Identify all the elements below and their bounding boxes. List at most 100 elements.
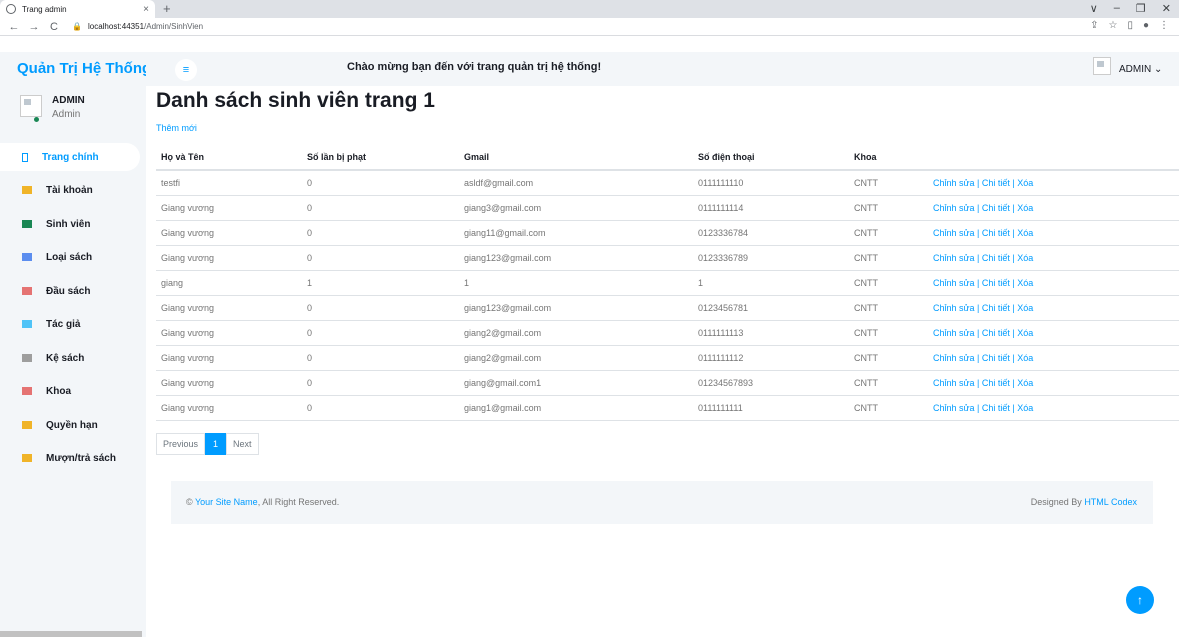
table-cell: 0111111110: [693, 170, 849, 196]
sidebar-item[interactable]: Tài khoản: [0, 176, 140, 204]
table-cell: 0111111113: [693, 320, 849, 346]
table-icon: [22, 454, 32, 462]
lock-icon: 🔒: [72, 22, 82, 31]
share-icon[interactable]: ⇪: [1090, 20, 1098, 31]
pagination-next[interactable]: Next: [226, 433, 259, 455]
table-cell: testfi: [156, 170, 302, 196]
table-cell: CNTT: [849, 295, 928, 321]
user-name: ADMIN: [52, 95, 85, 106]
table-cell: 0: [302, 220, 459, 246]
sidebar-item[interactable]: Tác giả: [0, 310, 140, 338]
row-actions[interactable]: Chỉnh sửa | Chi tiết | Xóa: [928, 170, 1179, 196]
sidebar-item-label: Quyền hạn: [46, 419, 98, 431]
table-row: Giang vương 0 giang123@gmail.com 0123336789…: [156, 245, 1179, 271]
back-to-top-button[interactable]: ↑: [1126, 586, 1154, 614]
browser-toolbar: ⇪ ☆ ▯ ● ⋮: [1090, 20, 1169, 31]
table-cell: giang2@gmail.com: [459, 345, 693, 371]
admin-dropdown-label: ADMIN ⌄: [1119, 64, 1163, 75]
table-cell: 0: [302, 320, 459, 346]
close-window-icon[interactable]: ✕: [1162, 2, 1171, 15]
url-field[interactable]: 🔒 localhost:44351/Admin/SinhVien: [72, 22, 203, 31]
table-row: Giang vương 0 giang1@gmail.com 0111111111 CN…: [156, 395, 1179, 421]
table-cell: 0: [302, 195, 459, 221]
table-row: Giang vương 0 giang2@gmail.com 0111111112 CN…: [156, 345, 1179, 371]
row-actions[interactable]: Chỉnh sửa | Chi tiết | Xóa: [928, 395, 1179, 421]
grid-icon: [22, 186, 32, 194]
tab-search-icon[interactable]: ∨: [1090, 2, 1098, 15]
row-actions[interactable]: Chỉnh sửa | Chi tiết | Xóa: [928, 370, 1179, 396]
row-actions[interactable]: Chỉnh sửa | Chi tiết | Xóa: [928, 245, 1179, 271]
sidebar-item[interactable]: Đầu sách: [0, 277, 140, 305]
back-icon[interactable]: ←: [8, 21, 20, 33]
sidebar-item[interactable]: Quyền hạn: [0, 411, 140, 439]
admin-dropdown[interactable]: ADMIN ⌄: [1093, 56, 1162, 75]
pagination: Previous 1 Next: [156, 433, 259, 455]
table-row: giang 1 1 1 CNTT Chỉnh sửa | Chi tiết | Xóa: [156, 270, 1179, 296]
pagination-previous[interactable]: Previous: [156, 433, 206, 455]
row-actions[interactable]: Chỉnh sửa | Chi tiết | Xóa: [928, 195, 1179, 221]
url-path: /Admin/SinhVien: [144, 22, 204, 31]
row-actions[interactable]: Chỉnh sửa | Chi tiết | Xóa: [928, 320, 1179, 346]
sidebar-item[interactable]: Trang chính: [0, 143, 140, 171]
sidebar-item[interactable]: Khoa: [0, 377, 140, 405]
row-actions[interactable]: Chỉnh sửa | Chi tiết | Xóa: [928, 345, 1179, 371]
browser-tab-title: Trang admin: [22, 4, 67, 14]
sidebar-item-label: Tác giả: [46, 318, 81, 330]
browser-tab[interactable]: Trang admin ×: [0, 0, 155, 18]
row-actions[interactable]: Chỉnh sửa | Chi tiết | Xóa: [928, 295, 1179, 321]
table-cell: 1: [693, 270, 849, 296]
table-cell: CNTT: [849, 395, 928, 421]
maximize-icon[interactable]: ❐: [1136, 2, 1146, 15]
row-actions[interactable]: Chỉnh sửa | Chi tiết | Xóa: [928, 220, 1179, 246]
profile-icon[interactable]: ●: [1143, 20, 1149, 31]
row-actions[interactable]: Chỉnh sửa | Chi tiết | Xóa: [928, 270, 1179, 296]
column-header: [928, 144, 1179, 171]
pagination-page-1[interactable]: 1: [205, 433, 227, 455]
sidebar-item[interactable]: Kệ sách: [0, 344, 140, 372]
globe-icon: [6, 4, 16, 14]
table-row: testfi 0 asldf@gmail.com 0111111110 CNTT Chỉn…: [156, 170, 1179, 196]
top-navbar: [146, 52, 1179, 86]
new-tab-button[interactable]: +: [163, 1, 171, 16]
site-name-link[interactable]: Your Site Name: [195, 497, 258, 507]
table-cell: Giang vương: [156, 370, 302, 396]
brand-title[interactable]: Quản Trị Hệ Thống: [17, 60, 159, 77]
table-row: Giang vương 0 giang@gmail.com1 01234567893 C…: [156, 370, 1179, 396]
table-cell: CNTT: [849, 345, 928, 371]
sidebar-item[interactable]: Loại sách: [0, 243, 140, 271]
table-cell: Giang vương: [156, 395, 302, 421]
sidebar-user: ADMIN Admin: [20, 95, 85, 120]
sidebar-item-label: Loại sách: [46, 251, 93, 263]
table-row: Giang vương 0 giang123@gmail.com 0123456781…: [156, 295, 1179, 321]
table-cell: giang1@gmail.com: [459, 395, 693, 421]
table-cell: 0123336784: [693, 220, 849, 246]
table-header-row: Họ và Tên Số lần bị phạt Gmail Số điện thoạ…: [156, 144, 1179, 171]
menu-icon[interactable]: ⋮: [1159, 20, 1169, 31]
sidebar-item[interactable]: Sinh viên: [0, 210, 140, 238]
table-cell: CNTT: [849, 270, 928, 296]
sidebar-toggle-button[interactable]: ≡: [175, 59, 197, 81]
add-new-link[interactable]: Thêm mới: [156, 123, 197, 133]
page-title: Danh sách sinh viên trang 1: [156, 89, 435, 112]
sidepanel-icon[interactable]: ▯: [1127, 20, 1133, 31]
student-table: Họ và Tên Số lần bị phạt Gmail Số điện thoạ…: [156, 144, 1179, 421]
sidebar-item[interactable]: Mượn/trả sách: [0, 444, 140, 472]
copyright-symbol: ©: [186, 497, 193, 507]
column-header: Số lần bị phạt: [302, 144, 459, 171]
table-cell: CNTT: [849, 170, 928, 196]
horizontal-scrollbar[interactable]: [0, 631, 142, 637]
rights-text: , All Right Reserved.: [257, 497, 340, 507]
table-cell: 0123336789: [693, 245, 849, 271]
minimize-icon[interactable]: –: [1114, 2, 1120, 15]
table-icon: [22, 421, 32, 429]
designer-link[interactable]: HTML Codex: [1084, 497, 1137, 507]
star-icon[interactable]: ☆: [1108, 20, 1117, 31]
table-cell: 1: [302, 270, 459, 296]
sidebar-item-label: Đầu sách: [46, 285, 91, 297]
sidebar-item-label: Tài khoản: [46, 184, 93, 196]
column-header: Họ và Tên: [156, 144, 302, 171]
table-cell: CNTT: [849, 370, 928, 396]
forward-icon[interactable]: →: [28, 21, 40, 33]
reload-icon[interactable]: C: [48, 21, 60, 33]
close-tab-icon[interactable]: ×: [143, 4, 149, 15]
